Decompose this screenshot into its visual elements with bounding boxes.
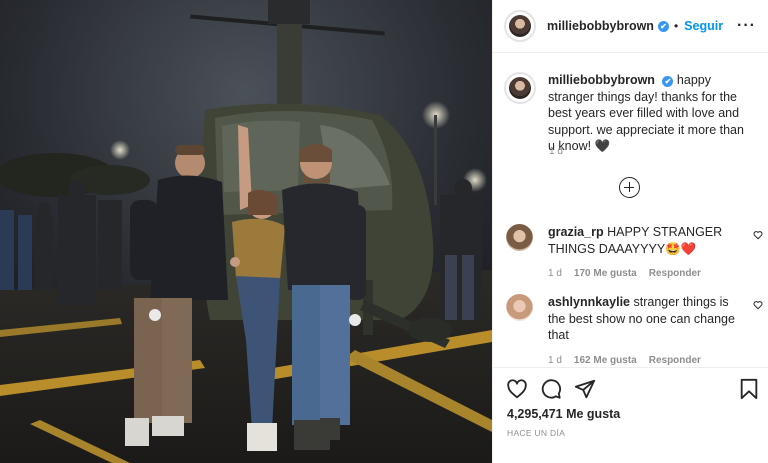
commenter-avatar[interactable]: [506, 224, 533, 251]
comment-body: grazia_rp HAPPY STRANGER THINGS DAAAYYYY…: [548, 224, 744, 257]
heart-outline-icon[interactable]: [753, 230, 763, 240]
bookmark-icon[interactable]: [739, 378, 759, 400]
verified-badge-icon: ✔: [657, 20, 669, 32]
save-button[interactable]: [739, 378, 759, 400]
commenter-avatar[interactable]: [506, 294, 533, 321]
caption-author-avatar[interactable]: [504, 72, 536, 104]
author-avatar[interactable]: [504, 10, 536, 42]
header-separator: •: [673, 19, 679, 33]
post-timestamp[interactable]: HACE UN DÍA: [507, 428, 565, 438]
post-side-panel: milliebobbybrown ✔ • Seguir ··· milliebo…: [492, 0, 768, 463]
comment-time[interactable]: 1 d: [548, 268, 562, 279]
comment-likes[interactable]: 162 Me gusta: [574, 355, 637, 366]
post-caption: milliebobbybrown ✔ happy stranger things…: [504, 72, 754, 155]
reply-button[interactable]: Responder: [649, 268, 701, 279]
reply-button[interactable]: Responder: [649, 355, 701, 366]
caption-verified-badge-icon: ✔: [662, 76, 674, 87]
action-icons: [506, 378, 596, 400]
comment-body: ashlynnkaylie stranger things is the bes…: [548, 294, 744, 344]
comment-item: grazia_rp HAPPY STRANGER THINGS DAAAYYYY…: [506, 224, 763, 279]
comment-icon[interactable]: [540, 378, 562, 400]
heart-outline-icon[interactable]: [753, 300, 763, 310]
comment-item: ashlynnkaylie stranger things is the bes…: [506, 294, 763, 366]
comment-time[interactable]: 1 d: [548, 355, 562, 366]
author-username[interactable]: milliebobbybrown: [547, 19, 654, 33]
comment-likes[interactable]: 170 Me gusta: [574, 268, 637, 279]
share-icon[interactable]: [574, 378, 596, 400]
post-photo-image: [0, 0, 492, 463]
comment-meta: 1 d 170 Me gusta Responder: [548, 268, 756, 279]
instagram-post-view: milliebobbybrown ✔ • Seguir ··· milliebo…: [0, 0, 768, 463]
caption-username[interactable]: milliebobbybrown: [548, 73, 655, 87]
caption-timestamp[interactable]: 1 d: [549, 146, 563, 157]
comment-meta: 1 d 162 Me gusta Responder: [548, 355, 756, 366]
caption-text-block: milliebobbybrown ✔ happy stranger things…: [548, 72, 754, 155]
post-actions: 4,295,471 Me gusta HACE UN DÍA: [493, 367, 768, 463]
plus-circle-icon[interactable]: [619, 177, 640, 198]
post-header: milliebobbybrown ✔ • Seguir ···: [493, 0, 768, 53]
likes-count[interactable]: 4,295,471 Me gusta: [507, 407, 620, 421]
follow-button[interactable]: Seguir: [684, 19, 723, 33]
heart-icon[interactable]: [506, 378, 528, 400]
comment-username[interactable]: grazia_rp: [548, 225, 604, 239]
comment-username[interactable]: ashlynnkaylie: [548, 295, 630, 309]
post-photo[interactable]: [0, 0, 492, 463]
more-options-icon[interactable]: ···: [737, 18, 756, 34]
